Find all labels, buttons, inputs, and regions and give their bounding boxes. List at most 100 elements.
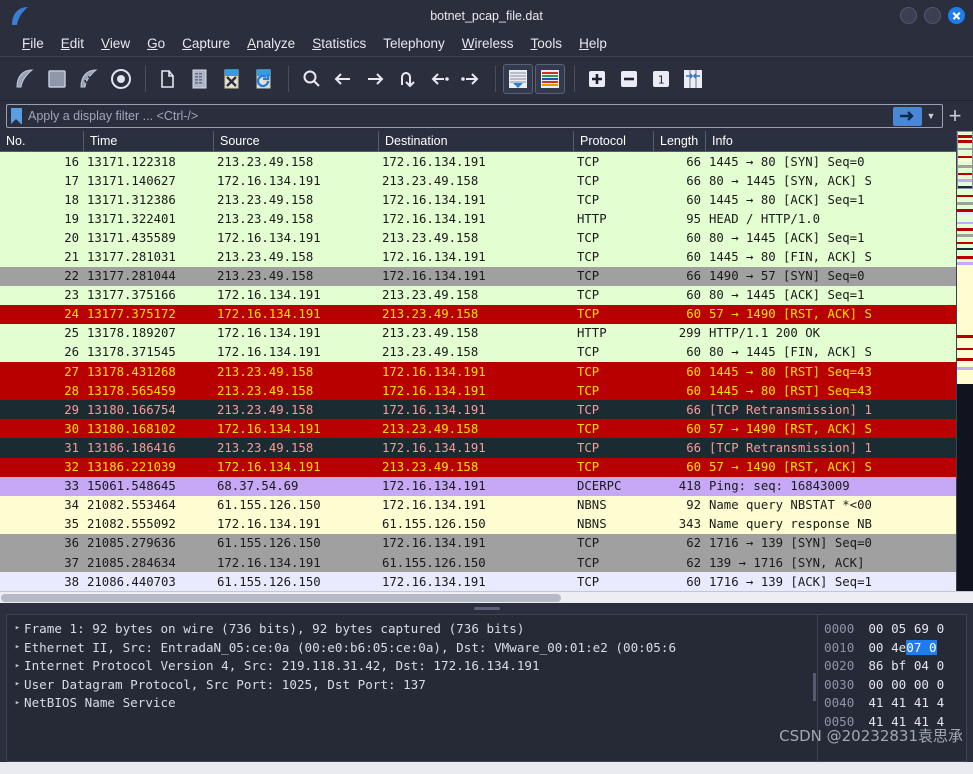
packet-list-body[interactable]: 16 13171.122318 213.23.49.158 172.16.134.19… [0, 152, 973, 592]
hex-dump-row[interactable]: 0000 00 05 69 0 [824, 619, 966, 638]
save-document-icon[interactable] [185, 64, 215, 94]
hex-offset: 0000 [824, 620, 855, 636]
detail-tree-item[interactable]: ▸ Ethernet II, Src: EntradaN_05:ce:0a (00… [11, 638, 817, 657]
detail-tree-item[interactable]: ▸ User Datagram Protocol, Src Port: 1025,… [11, 675, 817, 694]
menu-file[interactable]: File [14, 34, 52, 53]
table-row[interactable]: 24 13177.375172 172.16.134.191 213.23.49.15… [0, 304, 973, 324]
column-header-length[interactable]: Length [653, 131, 705, 151]
plus-icon[interactable] [582, 64, 612, 94]
menu-telephony[interactable]: Telephony [375, 34, 453, 53]
table-row[interactable]: 38 21086.440703 61.155.126.150 172.16.134.1… [0, 572, 973, 592]
packet-list-horizontal-scrollbar[interactable] [0, 591, 973, 604]
table-row[interactable]: 19 13171.322401 213.23.49.158 172.16.134.19… [0, 209, 973, 229]
go-last-icon[interactable] [456, 64, 486, 94]
table-row[interactable]: 30 13180.168102 172.16.134.191 213.23.49.15… [0, 419, 973, 439]
minimize-icon[interactable] [900, 7, 917, 24]
gear-target-icon[interactable] [106, 64, 136, 94]
cell-source: 213.23.49.158 [217, 440, 314, 455]
menu-tools[interactable]: Tools [523, 34, 571, 53]
table-row[interactable]: 25 13178.189207 172.16.134.191 213.23.49.15… [0, 323, 973, 343]
resize-columns-icon[interactable] [678, 64, 708, 94]
table-row[interactable]: 22 13177.281044 213.23.49.158 172.16.134.19… [0, 266, 973, 286]
shark-fin-icon[interactable] [10, 64, 40, 94]
menu-go[interactable]: Go [139, 34, 173, 53]
arrow-left-icon[interactable] [328, 64, 358, 94]
scrollbar-thumb[interactable] [957, 131, 973, 189]
menu-statistics[interactable]: Statistics [304, 34, 374, 53]
table-row[interactable]: 32 13186.221039 172.16.134.191 213.23.49.15… [0, 457, 973, 477]
table-row[interactable]: 37 21085.284634 172.16.134.191 61.155.126.1… [0, 552, 973, 573]
close-icon[interactable] [948, 7, 965, 24]
table-row[interactable]: 21 13177.281031 213.23.49.158 172.16.134.19… [0, 247, 973, 267]
menu-edit[interactable]: Edit [53, 34, 92, 53]
chevron-right-icon[interactable]: ▸ [11, 661, 24, 671]
arrow-right-icon[interactable] [360, 64, 390, 94]
maximize-icon[interactable] [924, 7, 941, 24]
cell-no: 24 [64, 307, 79, 322]
shark-fin-restart-icon[interactable] [74, 64, 104, 94]
pane-splitter[interactable] [0, 603, 973, 615]
detail-tree-item[interactable]: ▸ Internet Protocol Version 4, Src: 219.1… [11, 656, 817, 675]
packet-details-pane[interactable]: ▸ Frame 1: 92 bytes on wire (736 bits), 9… [6, 614, 818, 762]
cell-time: 13186.186416 [87, 440, 176, 455]
go-first-icon[interactable] [424, 64, 454, 94]
table-row[interactable]: 29 13180.166754 213.23.49.158 172.16.134.19… [0, 400, 973, 420]
column-header-protocol[interactable]: Protocol [573, 131, 653, 151]
table-row[interactable]: 18 13171.312386 213.23.49.158 172.16.134.19… [0, 190, 973, 210]
table-row[interactable]: 31 13186.186416 213.23.49.158 172.16.134.19… [0, 438, 973, 458]
menu-analyze[interactable]: Analyze [239, 34, 303, 53]
scrollbar-thumb-horizontal[interactable] [1, 594, 561, 603]
column-header-source[interactable]: Source [213, 131, 378, 151]
add-filter-button[interactable]: + [943, 105, 967, 127]
chevron-down-icon[interactable]: ▼ [924, 111, 938, 121]
menu-capture[interactable]: Capture [174, 34, 238, 53]
intelligent-scrollbar[interactable] [956, 131, 973, 604]
table-row[interactable]: 36 21085.279636 61.155.126.150 172.16.134.1… [0, 533, 973, 553]
column-header-no[interactable]: No. [0, 131, 83, 151]
column-header-time[interactable]: Time [83, 131, 213, 151]
menu-help[interactable]: Help [571, 34, 615, 53]
table-row[interactable]: 26 13178.371545 172.16.134.191 213.23.49.15… [0, 342, 973, 363]
table-row[interactable]: 27 13178.431268 213.23.49.158 172.16.134.19… [0, 362, 973, 382]
hex-dump-row[interactable]: 0010 00 4e 07 0 [824, 638, 966, 657]
bookmark-icon[interactable] [11, 108, 22, 124]
hex-dump-row[interactable]: 0040 41 41 41 4 [824, 694, 966, 713]
stop-square-icon[interactable] [42, 64, 72, 94]
cell-destination: 213.23.49.158 [382, 173, 479, 188]
table-row[interactable]: 33 15061.548645 68.37.54.69 172.16.134.191 D… [0, 476, 973, 496]
table-row[interactable]: 17 13171.140627 172.16.134.191 213.23.49.15… [0, 171, 973, 191]
minus-icon[interactable] [614, 64, 644, 94]
zoom-100-icon[interactable]: 1 [646, 64, 676, 94]
detail-tree-item[interactable]: ▸ Frame 1: 92 bytes on wire (736 bits), 9… [11, 619, 817, 638]
table-row[interactable]: 20 13171.435589 172.16.134.191 213.23.49.15… [0, 228, 973, 248]
chevron-right-icon[interactable]: ▸ [11, 679, 24, 689]
column-header-destination[interactable]: Destination [378, 131, 573, 151]
detail-tree-item[interactable]: ▸ NetBIOS Name Service [11, 694, 817, 713]
reload-document-icon[interactable] [249, 64, 279, 94]
menu-view[interactable]: View [93, 34, 138, 53]
table-row[interactable]: 16 13171.122318 213.23.49.158 172.16.134.19… [0, 152, 973, 172]
table-row[interactable]: 34 21082.553464 61.155.126.150 172.16.134.1… [0, 495, 973, 515]
chevron-right-icon[interactable]: ▸ [11, 642, 24, 652]
auto-scroll-icon[interactable] [503, 63, 533, 94]
goto-packet-icon[interactable] [392, 64, 422, 94]
chevron-right-icon[interactable]: ▸ [11, 698, 24, 708]
menu-wireless[interactable]: Wireless [454, 34, 522, 53]
search-input[interactable]: Apply a display filter ... <Ctrl-/> ▼ [6, 104, 943, 128]
chevron-right-icon[interactable]: ▸ [11, 623, 24, 633]
table-row[interactable]: 35 21082.555092 172.16.134.191 61.155.126.1… [0, 514, 973, 534]
detail-vertical-scrollbar[interactable] [813, 673, 816, 702]
close-document-icon[interactable] [217, 64, 247, 94]
hex-dump-row[interactable]: 0020 86 bf 04 0 [824, 656, 966, 675]
column-header-info[interactable]: Info [705, 131, 973, 151]
cell-no: 27 [64, 364, 79, 379]
hex-dump-row[interactable]: 0030 00 00 00 0 [824, 675, 966, 694]
table-row[interactable]: 28 13178.565459 213.23.49.158 172.16.134.19… [0, 381, 973, 401]
cell-info: 80 → 1445 [ACK] Seq=1 [709, 230, 865, 245]
cell-protocol: HTTP [577, 326, 607, 341]
colorize-icon[interactable] [535, 63, 565, 94]
arrow-right-apply-icon[interactable] [893, 106, 922, 126]
search-icon[interactable] [296, 64, 326, 94]
folder-icon[interactable] [153, 64, 183, 94]
table-row[interactable]: 23 13177.375166 172.16.134.191 213.23.49.15… [0, 285, 973, 305]
